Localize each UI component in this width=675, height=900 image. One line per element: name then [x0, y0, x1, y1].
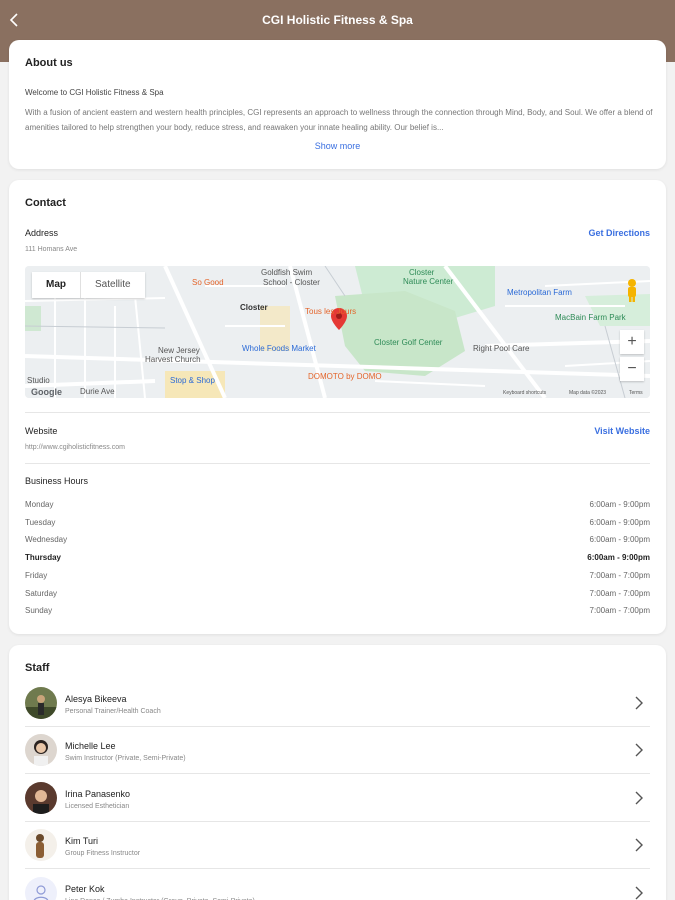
contact-card: Contact Address 111 Homans Ave Get Direc…	[9, 180, 666, 634]
hours-day: Sunday	[25, 606, 53, 615]
divider	[25, 868, 650, 869]
hours-time: 7:00am - 7:00pm	[589, 589, 650, 598]
user-placeholder-icon	[25, 877, 57, 900]
business-hours-label: Business Hours	[25, 476, 89, 486]
avatar	[25, 687, 57, 719]
map-poi-goldfish[interactable]: Goldfish Swim	[261, 268, 312, 277]
divider	[25, 463, 650, 464]
map-poi-studio[interactable]: Studio	[27, 376, 50, 385]
staff-name: Michelle Lee	[65, 741, 116, 751]
map-data-credit[interactable]: Map data ©2023	[569, 390, 606, 396]
map-keyboard-shortcuts[interactable]: Keyboard shortcuts	[503, 390, 546, 396]
divider	[25, 412, 650, 413]
hours-day: Saturday	[25, 589, 58, 598]
hours-day: Wednesday	[25, 535, 68, 544]
map-poi-metropolitan[interactable]: Metropolitan Farm	[507, 288, 572, 297]
map[interactable]: Map Satellite So Good Goldfish Swim Scho…	[25, 266, 650, 398]
hours-time: 7:00am - 7:00pm	[589, 606, 650, 615]
map-type-toggle: Map Satellite	[32, 272, 145, 298]
google-logo[interactable]: Google	[31, 387, 62, 397]
website-value: http://www.cgiholisticfitness.com	[25, 444, 125, 451]
hours-row: Saturday 7:00am - 7:00pm	[25, 589, 650, 601]
avatar	[25, 829, 57, 861]
staff-row[interactable]: Michelle Lee Swim Instructor (Private, S…	[25, 727, 650, 774]
map-street-durie: Durie Ave	[80, 387, 115, 396]
hours-day: Friday	[25, 571, 48, 580]
visit-website-link[interactable]: Visit Website	[594, 426, 650, 436]
map-poi-closter-nature[interactable]: Closter	[409, 268, 434, 277]
staff-row[interactable]: Irina Panasenko Licensed Esthetician	[25, 775, 650, 822]
hours-time: 6:00am - 9:00pm	[587, 553, 650, 562]
map-poi-golf[interactable]: Closter Golf Center	[374, 338, 442, 347]
staff-card: Staff Alesya Bikeeva Personal Trainer/He…	[9, 645, 666, 900]
about-welcome: Welcome to CGI Holistic Fitness & Spa	[25, 88, 164, 97]
hours-row: Sunday 7:00am - 7:00pm	[25, 606, 650, 618]
chevron-right-icon	[635, 838, 643, 852]
show-more-button[interactable]: Show more	[9, 141, 666, 151]
get-directions-link[interactable]: Get Directions	[588, 228, 650, 238]
staff-role: Personal Trainer/Health Coach	[65, 708, 161, 715]
map-town-closter: Closter	[240, 303, 268, 312]
staff-name: Peter Kok	[65, 884, 105, 894]
staff-row[interactable]: Alesya Bikeeva Personal Trainer/Health C…	[25, 680, 650, 727]
hours-time: 7:00am - 7:00pm	[589, 571, 650, 580]
map-poi-tous[interactable]: Tous les Jours	[305, 307, 356, 316]
map-poi-right-pool[interactable]: Right Pool Care	[473, 344, 529, 353]
staff-role: Group Fitness Instructor	[65, 850, 141, 857]
map-terms[interactable]: Terms	[629, 390, 643, 396]
staff-role: Licensed Esthetician	[65, 803, 130, 810]
hours-day: Thursday	[25, 553, 62, 562]
hours-row-today: Thursday 6:00am - 9:00pm	[25, 553, 650, 565]
about-text: With a fusion of ancient eastern and wes…	[25, 108, 653, 132]
contact-title: Contact	[25, 197, 66, 209]
street-view-pegman[interactable]	[624, 278, 640, 302]
address-label: Address	[25, 228, 59, 238]
map-poi-so-good[interactable]: So Good	[192, 278, 224, 287]
hours-time: 6:00am - 9:00pm	[589, 535, 650, 544]
about-card: About us Welcome to CGI Holistic Fitness…	[9, 40, 666, 169]
about-title: About us	[25, 57, 73, 69]
map-poi-nj-harvest[interactable]: New Jersey	[158, 346, 200, 355]
hours-day: Tuesday	[25, 518, 56, 527]
staff-name: Kim Turi	[65, 836, 99, 846]
satellite-tab[interactable]: Satellite	[80, 272, 145, 298]
chevron-right-icon	[635, 791, 643, 805]
staff-name: Irina Panasenko	[65, 789, 131, 799]
map-poi-whole-foods[interactable]: Whole Foods Market	[242, 344, 316, 353]
hours-time: 6:00am - 9:00pm	[589, 518, 650, 527]
avatar	[25, 877, 57, 900]
map-tab[interactable]: Map	[32, 272, 80, 298]
staff-role: Swim Instructor (Private, Semi-Private)	[65, 755, 186, 762]
avatar	[25, 782, 57, 814]
zoom-in-button[interactable]: +	[620, 330, 644, 354]
pegman-icon	[628, 279, 636, 302]
staff-row[interactable]: Peter Kok Line Dance / Zumba Instructor …	[25, 870, 650, 900]
map-poi-domoto[interactable]: DOMOTO by DOMO	[308, 372, 382, 381]
map-poi-nj-harvest-2: Harvest Church	[145, 355, 201, 364]
map-poi-macbain[interactable]: MacBain Farm Park	[555, 313, 626, 322]
hours-row: Friday 7:00am - 7:00pm	[25, 571, 650, 583]
hours-day: Monday	[25, 500, 54, 509]
chevron-right-icon	[635, 743, 643, 757]
map-poi-closter-nature-2: Nature Center	[403, 277, 454, 286]
hours-row: Monday 6:00am - 9:00pm	[25, 500, 650, 512]
website-label: Website	[25, 426, 58, 436]
address-value: 111 Homans Ave	[25, 246, 78, 253]
zoom-out-button[interactable]: −	[620, 357, 644, 381]
divider	[25, 773, 650, 774]
chevron-right-icon	[635, 886, 643, 900]
avatar	[25, 734, 57, 766]
page-title: CGI Holistic Fitness & Spa	[262, 13, 413, 27]
staff-name: Alesya Bikeeva	[65, 694, 127, 704]
hours-time: 6:00am - 9:00pm	[589, 500, 650, 509]
staff-title: Staff	[25, 662, 50, 674]
chevron-right-icon	[635, 696, 643, 710]
map-poi-stop-shop[interactable]: Stop & Shop	[170, 376, 215, 385]
hours-row: Wednesday 6:00am - 9:00pm	[25, 535, 650, 547]
staff-row[interactable]: Kim Turi Group Fitness Instructor	[25, 822, 650, 869]
hours-row: Tuesday 6:00am - 9:00pm	[25, 518, 650, 530]
map-poi-goldfish-2: School - Closter	[263, 278, 320, 287]
